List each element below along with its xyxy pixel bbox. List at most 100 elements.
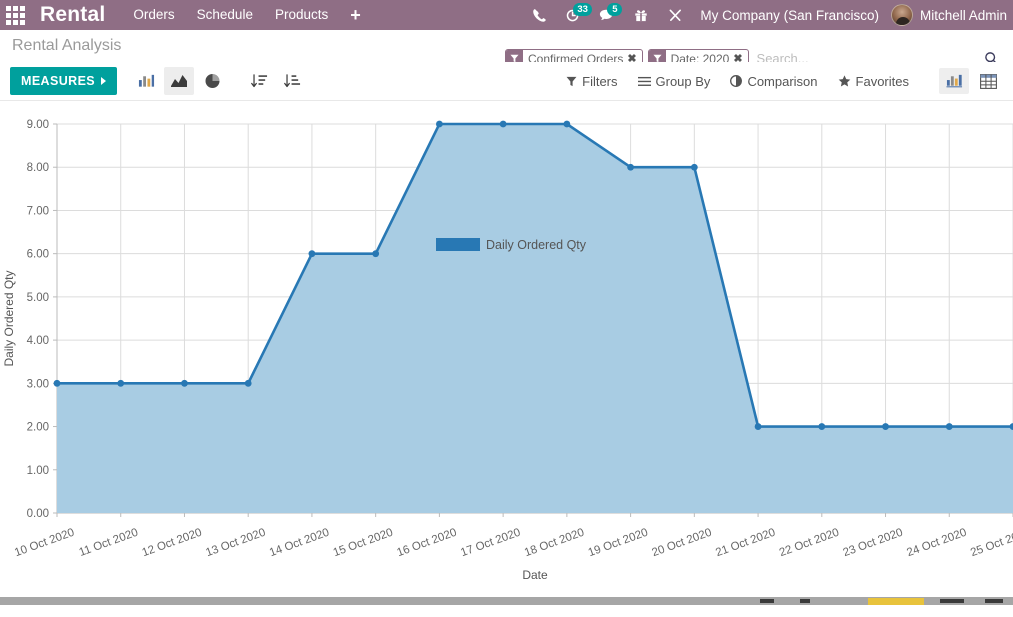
data-point xyxy=(882,423,889,430)
comparison-dropdown[interactable]: Comparison xyxy=(720,67,827,95)
y-tick-label: 4.00 xyxy=(27,335,49,347)
x-tick-label: 16 Oct 2020 xyxy=(395,527,458,560)
data-point xyxy=(499,120,507,128)
x-tick-label: 23 Oct 2020 xyxy=(842,527,905,560)
clock-badge: 33 xyxy=(573,3,592,16)
data-point xyxy=(436,120,443,128)
data-point xyxy=(53,379,61,387)
y-tick-label: 3.00 xyxy=(27,378,49,390)
group-by-label: Group By xyxy=(655,73,711,89)
graph-view-icon[interactable] xyxy=(939,68,969,94)
favorites-label: Favorites xyxy=(855,73,909,89)
y-tick-label: 6.00 xyxy=(27,249,49,261)
page-title: Rental Analysis xyxy=(12,37,122,54)
group-by-dropdown[interactable]: Group By xyxy=(628,67,721,95)
nav-new-button[interactable]: + xyxy=(350,0,361,30)
data-point xyxy=(627,163,634,171)
y-tick-label: 9.00 xyxy=(27,119,49,131)
taskbar-item xyxy=(760,599,774,603)
data-point xyxy=(818,423,826,430)
chat-icon[interactable]: 5 xyxy=(590,0,624,30)
x-tick-label: 11 Oct 2020 xyxy=(78,527,140,559)
y-tick-label: 8.00 xyxy=(27,162,49,174)
data-point xyxy=(308,250,316,258)
control-panel-toolbar: MEASURES Filters Group By Comparison Fav… xyxy=(0,62,1013,100)
nav-item-schedule[interactable]: Schedule xyxy=(197,0,253,30)
taskbar-item xyxy=(940,599,964,603)
favorites-dropdown[interactable]: Favorites xyxy=(828,67,919,95)
y-tick-label: 0.00 xyxy=(27,508,49,520)
filter-icon xyxy=(566,76,577,86)
taskbar-item xyxy=(800,599,810,603)
graph-view: 0.00 1.00 2.00 3.00 4.00 5.00 6.00 7.00 8.00 9.00… xyxy=(0,100,1013,605)
y-tick-label: 5.00 xyxy=(27,292,49,304)
x-tick-label: 15 Oct 2020 xyxy=(332,527,395,560)
data-point xyxy=(181,379,188,387)
x-tick-label: 13 Oct 2020 xyxy=(204,527,267,560)
list-icon xyxy=(637,76,651,86)
taskbar-strip xyxy=(0,597,1013,605)
measures-button[interactable]: MEASURES xyxy=(10,67,118,95)
taskbar-highlight xyxy=(868,598,924,605)
y-tick-label: 7.00 xyxy=(27,205,49,217)
sort-descending-icon[interactable] xyxy=(244,67,274,95)
star-icon xyxy=(838,75,850,87)
x-tick-label: 14 Oct 2020 xyxy=(268,527,331,560)
legend-swatch xyxy=(436,238,480,251)
area-fill xyxy=(57,124,1013,513)
nav-item-products[interactable]: Products xyxy=(275,0,328,30)
x-tick-label: 17 Oct 2020 xyxy=(459,527,522,560)
comparison-label: Comparison xyxy=(747,73,818,89)
data-point xyxy=(244,379,252,387)
x-tick-label: 22 Oct 2020 xyxy=(778,527,841,560)
area-chart[interactable]: 0.00 1.00 2.00 3.00 4.00 5.00 6.00 7.00 8.00 9.00… xyxy=(0,101,1013,606)
data-point xyxy=(754,423,762,430)
control-panel-right: Filters Group By Comparison Favorites xyxy=(556,62,1003,100)
apps-grid-icon[interactable] xyxy=(0,0,30,30)
line-chart-icon[interactable] xyxy=(164,67,195,95)
y-tick-label: 2.00 xyxy=(27,422,49,434)
sort-buttons xyxy=(244,67,310,95)
clock-icon[interactable]: 33 xyxy=(556,0,592,30)
systray: 33 5 My Company (San Francisco) Mitchell… xyxy=(522,0,1013,30)
y-axis-title: Daily Ordered Qty xyxy=(2,270,16,366)
x-tick-label: 10 Oct 2020 xyxy=(13,527,76,560)
x-tick-label: 12 Oct 2020 xyxy=(141,527,204,560)
top-navbar: Rental Orders Schedule Products + 33 5 M… xyxy=(0,0,1013,30)
navbar-menu: Orders Schedule Products xyxy=(133,0,328,30)
x-tick-label: 19 Oct 2020 xyxy=(587,527,650,560)
data-point xyxy=(117,379,125,387)
tools-icon[interactable] xyxy=(658,0,692,30)
app-brand-rental[interactable]: Rental xyxy=(40,0,105,30)
pivot-view-icon[interactable] xyxy=(973,68,1003,94)
gift-icon[interactable] xyxy=(624,0,658,30)
bar-chart-icon[interactable] xyxy=(131,67,161,95)
user-menu[interactable]: Mitchell Admin xyxy=(920,8,1007,23)
avatar[interactable] xyxy=(890,4,913,26)
chat-badge: 5 xyxy=(607,3,623,16)
legend-label: Daily Ordered Qty xyxy=(486,238,587,252)
data-point xyxy=(563,120,571,128)
x-axis-title: Date xyxy=(522,568,548,582)
x-tick-label: 24 Oct 2020 xyxy=(905,527,968,560)
company-selector[interactable]: My Company (San Francisco) xyxy=(700,8,879,23)
comparison-icon xyxy=(730,75,743,87)
phone-icon[interactable] xyxy=(522,0,556,30)
y-tick-label: 1.00 xyxy=(27,465,49,477)
data-point xyxy=(372,250,380,258)
x-tick-label: 25 Oct 2020 xyxy=(969,527,1013,560)
caret-right-icon xyxy=(101,77,107,85)
chart-type-buttons xyxy=(131,67,230,95)
pie-chart-icon[interactable] xyxy=(197,67,227,95)
nav-item-orders[interactable]: Orders xyxy=(133,0,174,30)
x-tick-label: 20 Oct 2020 xyxy=(650,527,713,560)
filters-label: Filters xyxy=(582,73,618,89)
view-switcher xyxy=(935,68,1003,94)
data-point xyxy=(945,423,953,430)
data-point xyxy=(690,163,698,171)
filters-dropdown[interactable]: Filters xyxy=(556,67,627,95)
sort-ascending-icon[interactable] xyxy=(277,67,307,95)
taskbar-item xyxy=(985,599,1003,603)
x-tick-label: 21 Oct 2020 xyxy=(714,527,777,560)
x-tick-label: 18 Oct 2020 xyxy=(523,527,586,560)
